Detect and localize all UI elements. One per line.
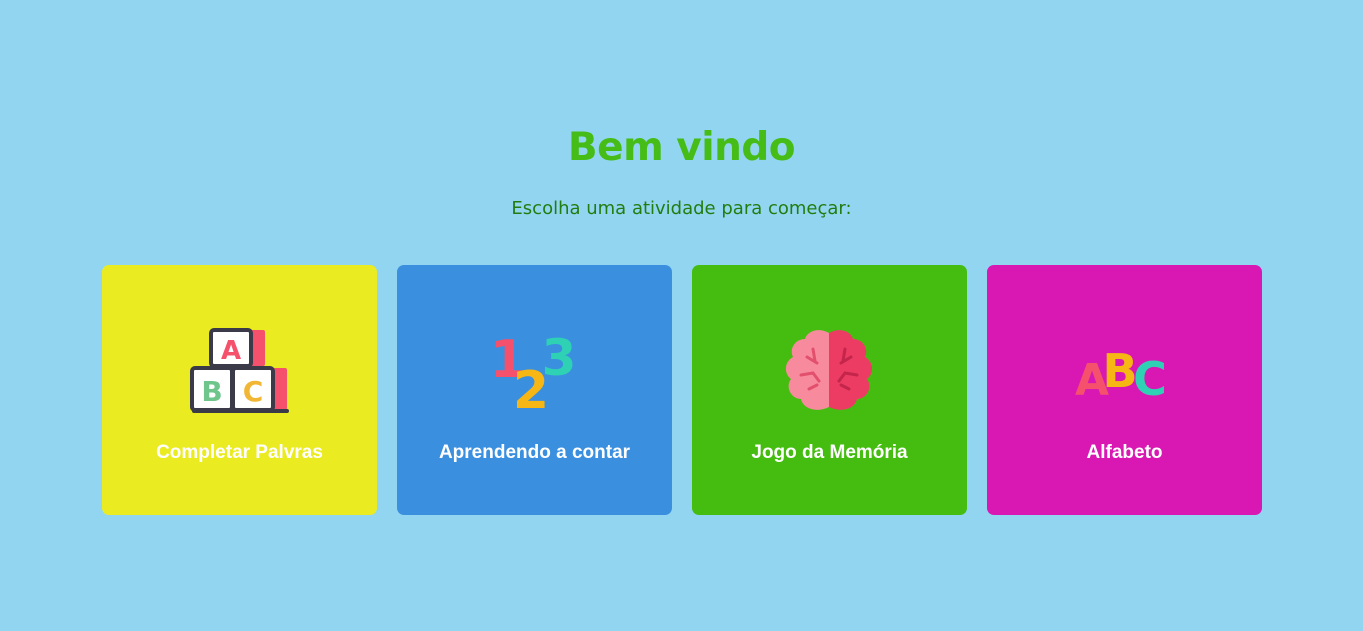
svg-text:2: 2	[513, 361, 549, 417]
activity-card-jogo-da-memoria[interactable]: Jogo da Memória	[692, 265, 967, 515]
page-title: Bem vindo	[567, 125, 796, 170]
activity-card-alfabeto[interactable]: A B C Alfabeto	[987, 265, 1262, 515]
activity-card-completar-palavras[interactable]: A C B Completar Palvras	[102, 265, 377, 515]
brain-icon	[779, 327, 879, 417]
activity-card-aprendendo-a-contar[interactable]: 1 3 2 Aprendendo a contar	[397, 265, 672, 515]
activity-label: Aprendendo a contar	[438, 442, 631, 463]
home-page: Bem vindo Escolha uma atividade para com…	[0, 0, 1363, 631]
activity-cards: A C B Completar Palvras 1 3 2 Aprendendo…	[102, 265, 1262, 515]
activity-label: Completar Palvras	[156, 442, 323, 463]
svg-text:A: A	[221, 336, 241, 366]
activity-label: Alfabeto	[1086, 442, 1163, 463]
abc-letters-icon: A B C	[1074, 327, 1174, 417]
activity-label: Jogo da Memória	[751, 442, 908, 463]
svg-text:B: B	[201, 375, 222, 408]
svg-text:C: C	[1133, 352, 1167, 406]
numbers-123-icon: 1 3 2	[484, 327, 584, 417]
page-subtitle: Escolha uma atividade para começar:	[511, 198, 852, 219]
abc-blocks-icon: A C B	[189, 327, 289, 417]
svg-text:C: C	[243, 375, 264, 408]
